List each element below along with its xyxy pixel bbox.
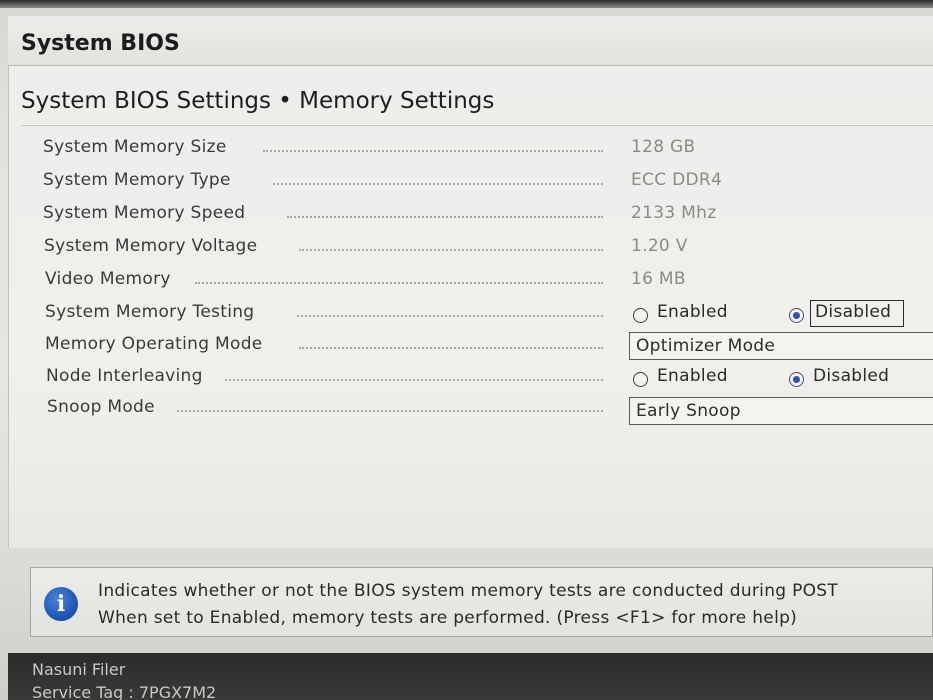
setting-row-memory-voltage: System Memory Voltage 1.20 V — [9, 236, 933, 264]
dotted-leader — [299, 249, 603, 251]
radio-label: Disabled — [813, 366, 890, 386]
node-interleaving-radio-group: Enabled Disabled — [631, 366, 931, 392]
bios-screen: System BIOS System BIOS Settings • Memor… — [0, 0, 933, 700]
setting-row-video-memory: Video Memory 16 MB — [9, 269, 933, 297]
setting-label: System Memory Testing — [45, 302, 255, 322]
system-name: Nasuni Filer — [32, 660, 126, 679]
setting-label: System Memory Size — [43, 137, 227, 157]
settings-panel: System BIOS Settings • Memory Settings S… — [8, 66, 933, 548]
setting-row-operating-mode: Memory Operating Mode Optimizer Mode — [9, 332, 933, 362]
dotted-leader — [287, 216, 603, 218]
info-icon: i — [44, 587, 78, 621]
setting-value: 16 MB — [631, 269, 686, 289]
dotted-leader — [299, 347, 603, 349]
setting-label: Memory Operating Mode — [45, 334, 263, 354]
title-divider — [21, 125, 933, 126]
setting-row-memory-type: System Memory Type ECC DDR4 — [9, 170, 933, 198]
dotted-leader — [225, 379, 603, 381]
select-value: Optimizer Mode — [636, 336, 776, 356]
setting-label: System Memory Speed — [43, 203, 246, 223]
setting-label: Snoop Mode — [47, 397, 155, 417]
setting-row-memory-size: System Memory Size 128 GB — [9, 137, 933, 165]
setting-value: 128 GB — [631, 137, 696, 157]
dotted-leader — [297, 315, 603, 317]
dotted-leader — [195, 282, 603, 284]
setting-row-snoop-mode: Snoop Mode Early Snoop — [9, 397, 933, 425]
setting-value: 2133 Mhz — [631, 203, 717, 223]
setting-label: System Memory Voltage — [44, 236, 258, 256]
service-tag: Service Tag : 7PGX7M2 — [32, 683, 217, 700]
snoop-mode-select[interactable]: Early Snoop — [629, 397, 933, 425]
help-panel: i Indicates whether or not the BIOS syst… — [30, 567, 933, 637]
setting-label: System Memory Type — [43, 170, 231, 190]
setting-row-node-interleaving: Node Interleaving Enabled Disabled — [9, 366, 933, 394]
setting-label: Node Interleaving — [46, 366, 203, 386]
memory-testing-radio-group: Enabled Disabled — [631, 300, 931, 328]
app-header: System BIOS — [8, 16, 933, 66]
setting-value: ECC DDR4 — [631, 170, 723, 190]
setting-row-memory-speed: System Memory Speed 2133 Mhz — [9, 203, 933, 231]
app-title: System BIOS — [21, 31, 180, 56]
dotted-leader — [273, 183, 603, 185]
radio-label: Disabled — [815, 302, 892, 322]
radio-unselected-icon — [633, 308, 648, 323]
setting-value: 1.20 V — [631, 236, 688, 256]
setting-row-memory-testing: System Memory Testing Enabled Disabled — [9, 300, 933, 330]
monitor-bezel — [0, 0, 933, 8]
radio-selected-icon — [789, 308, 804, 323]
page-title: System BIOS Settings • Memory Settings — [21, 88, 495, 114]
radio-label: Enabled — [657, 302, 728, 322]
dotted-leader — [263, 150, 603, 152]
help-text-line: When set to Enabled, memory tests are pe… — [98, 608, 798, 628]
radio-unselected-icon — [633, 372, 648, 387]
dotted-leader — [177, 410, 603, 412]
radio-selected-icon — [789, 372, 804, 387]
operating-mode-select[interactable]: Optimizer Mode — [629, 332, 933, 360]
select-value: Early Snoop — [636, 401, 741, 421]
radio-label: Enabled — [657, 366, 728, 386]
help-text-line: Indicates whether or not the BIOS system… — [98, 581, 839, 601]
footer-bar: Nasuni Filer Service Tag : 7PGX7M2 — [8, 653, 933, 700]
setting-label: Video Memory — [45, 269, 171, 289]
